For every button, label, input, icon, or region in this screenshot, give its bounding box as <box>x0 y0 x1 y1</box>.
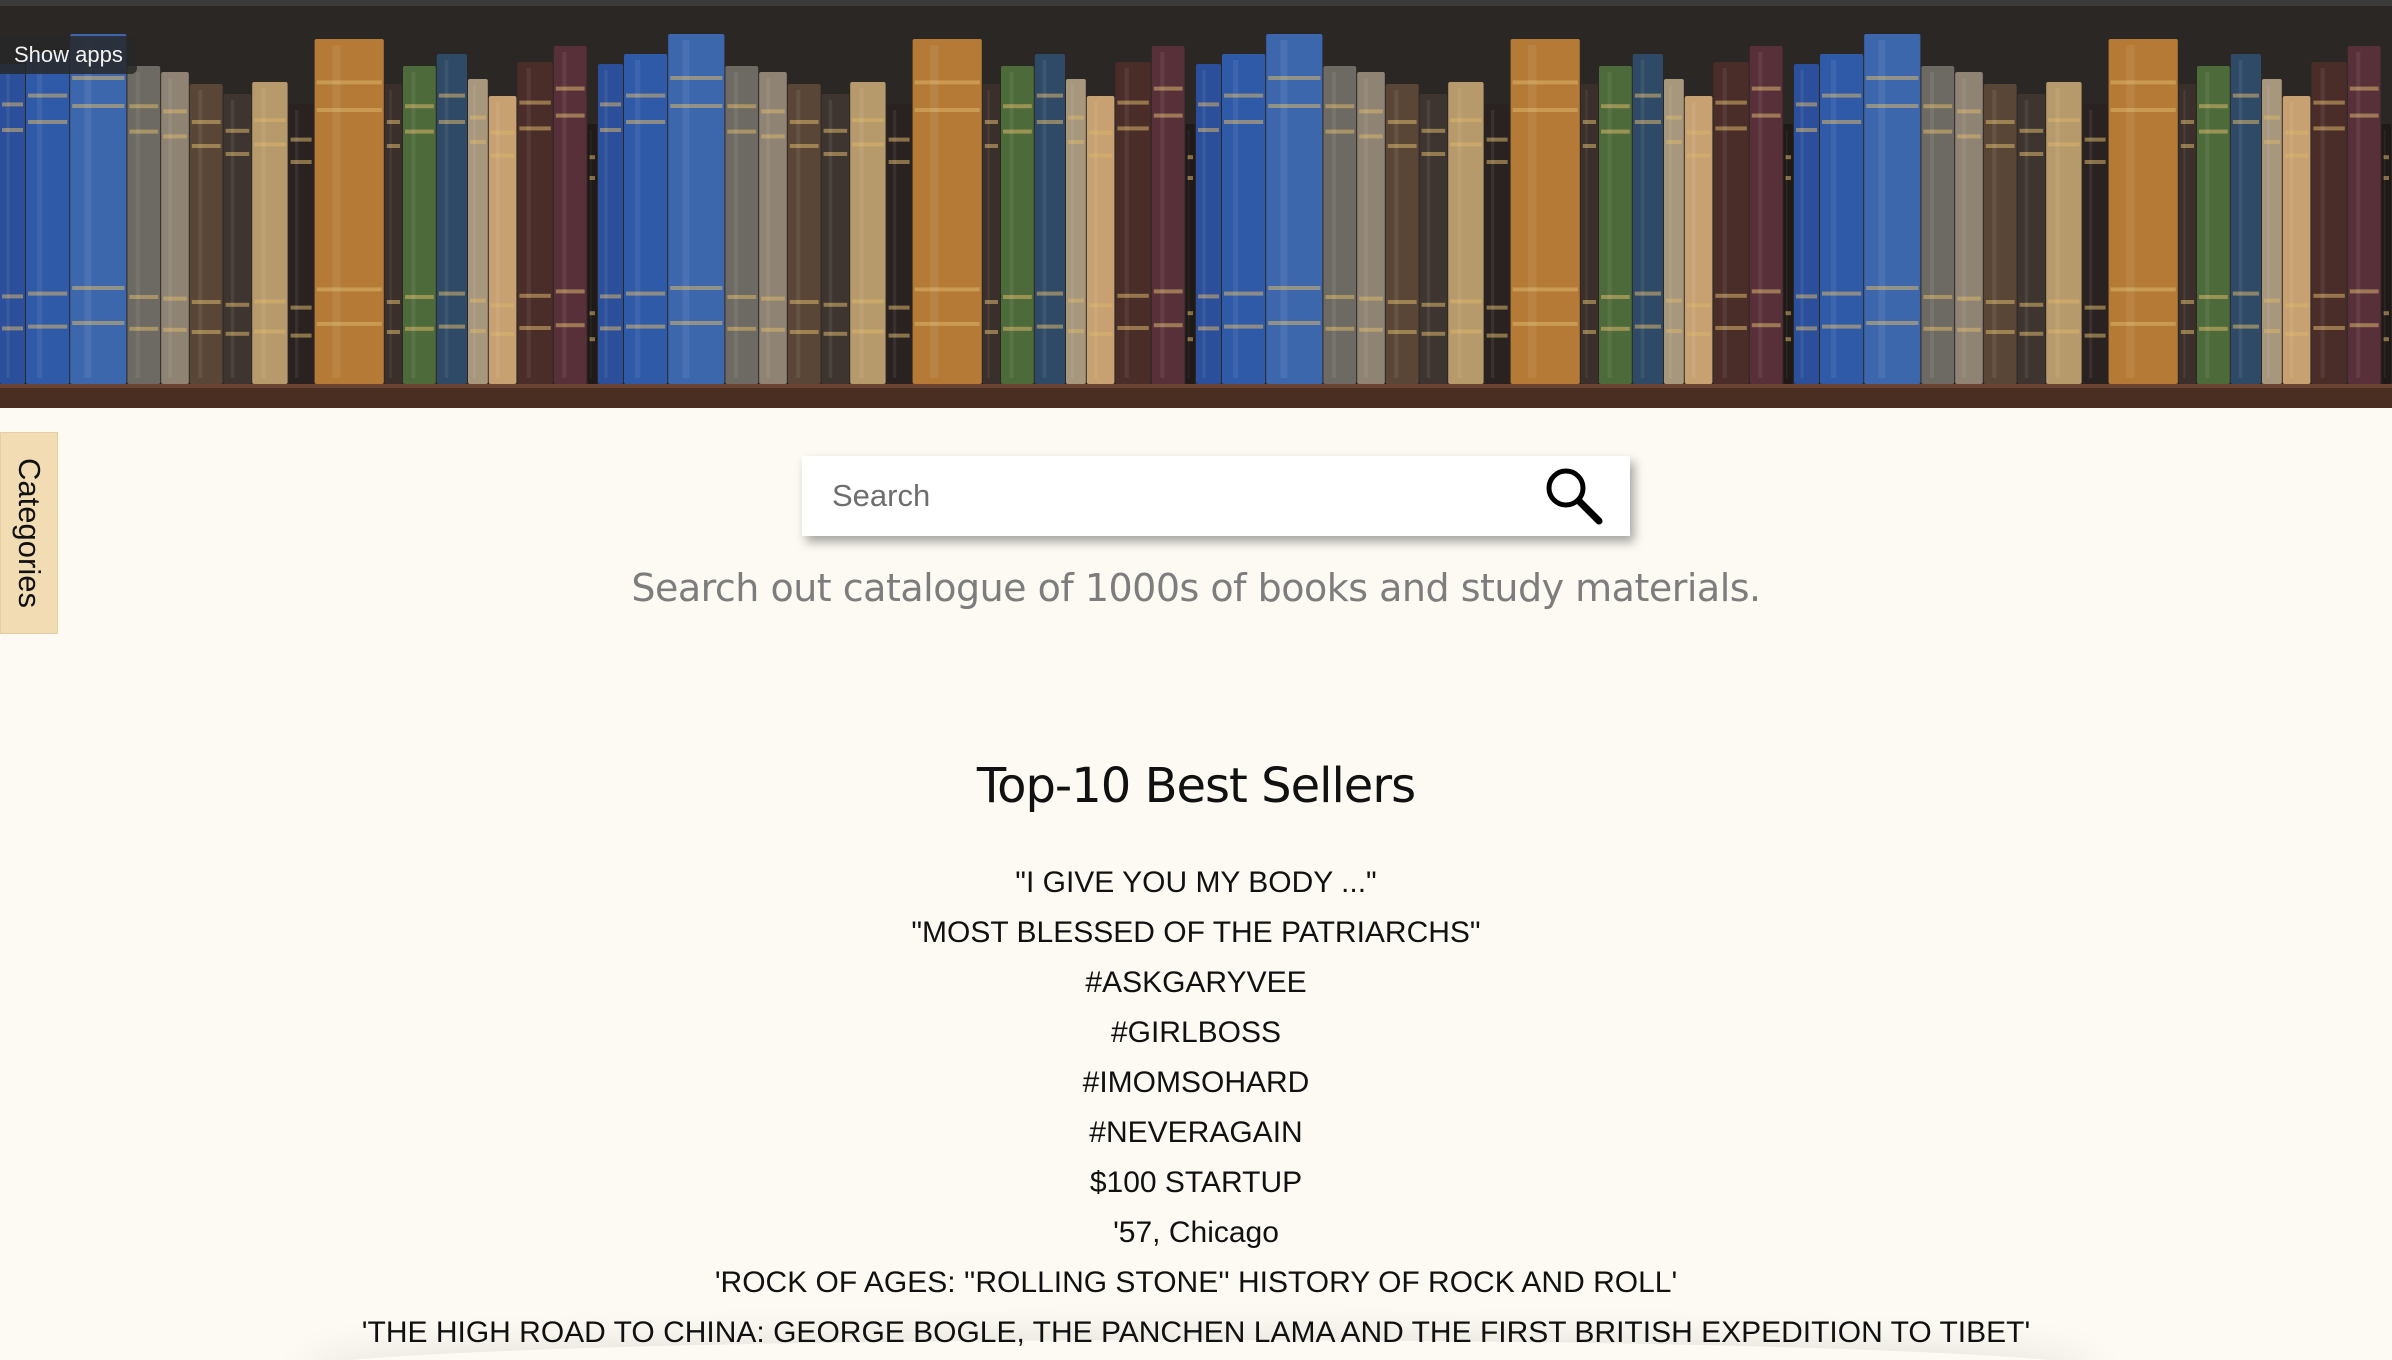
show-apps-button[interactable]: Show apps <box>0 36 137 74</box>
best-seller-item[interactable]: "MOST BLESSED OF THE PATRIARCHS" <box>0 908 2392 958</box>
best-sellers-list: "I GIVE YOU MY BODY ..." "MOST BLESSED OF… <box>0 858 2392 1358</box>
best-seller-item[interactable]: '57, Chicago <box>0 1208 2392 1258</box>
best-seller-item[interactable]: #IMOMSOHARD <box>0 1058 2392 1108</box>
best-seller-item[interactable]: $100 STARTUP <box>0 1158 2392 1208</box>
best-seller-item[interactable]: 'ROCK OF AGES: ''ROLLING STONE'' HISTORY… <box>0 1258 2392 1308</box>
search-tagline: Search out catalogue of 1000s of books a… <box>631 566 1761 610</box>
bookshelf-image <box>0 6 2392 408</box>
search-box <box>802 456 1630 536</box>
bookshelf-banner <box>0 0 2392 408</box>
best-seller-item[interactable]: "I GIVE YOU MY BODY ..." <box>0 858 2392 908</box>
best-seller-item[interactable]: #ASKGARYVEE <box>0 958 2392 1008</box>
page: Show apps Categories Search out catalogu… <box>0 0 2392 1360</box>
search-input[interactable] <box>802 456 1502 536</box>
best-seller-item[interactable]: #NEVERAGAIN <box>0 1108 2392 1158</box>
best-sellers-heading: Top-10 Best Sellers <box>976 758 1416 814</box>
best-seller-item[interactable]: 'THE HIGH ROAD TO CHINA: GEORGE BOGLE, T… <box>0 1308 2392 1358</box>
magnifier-icon <box>1546 468 1603 525</box>
search-button[interactable] <box>1542 464 1606 528</box>
best-seller-item[interactable]: #GIRLBOSS <box>0 1008 2392 1058</box>
